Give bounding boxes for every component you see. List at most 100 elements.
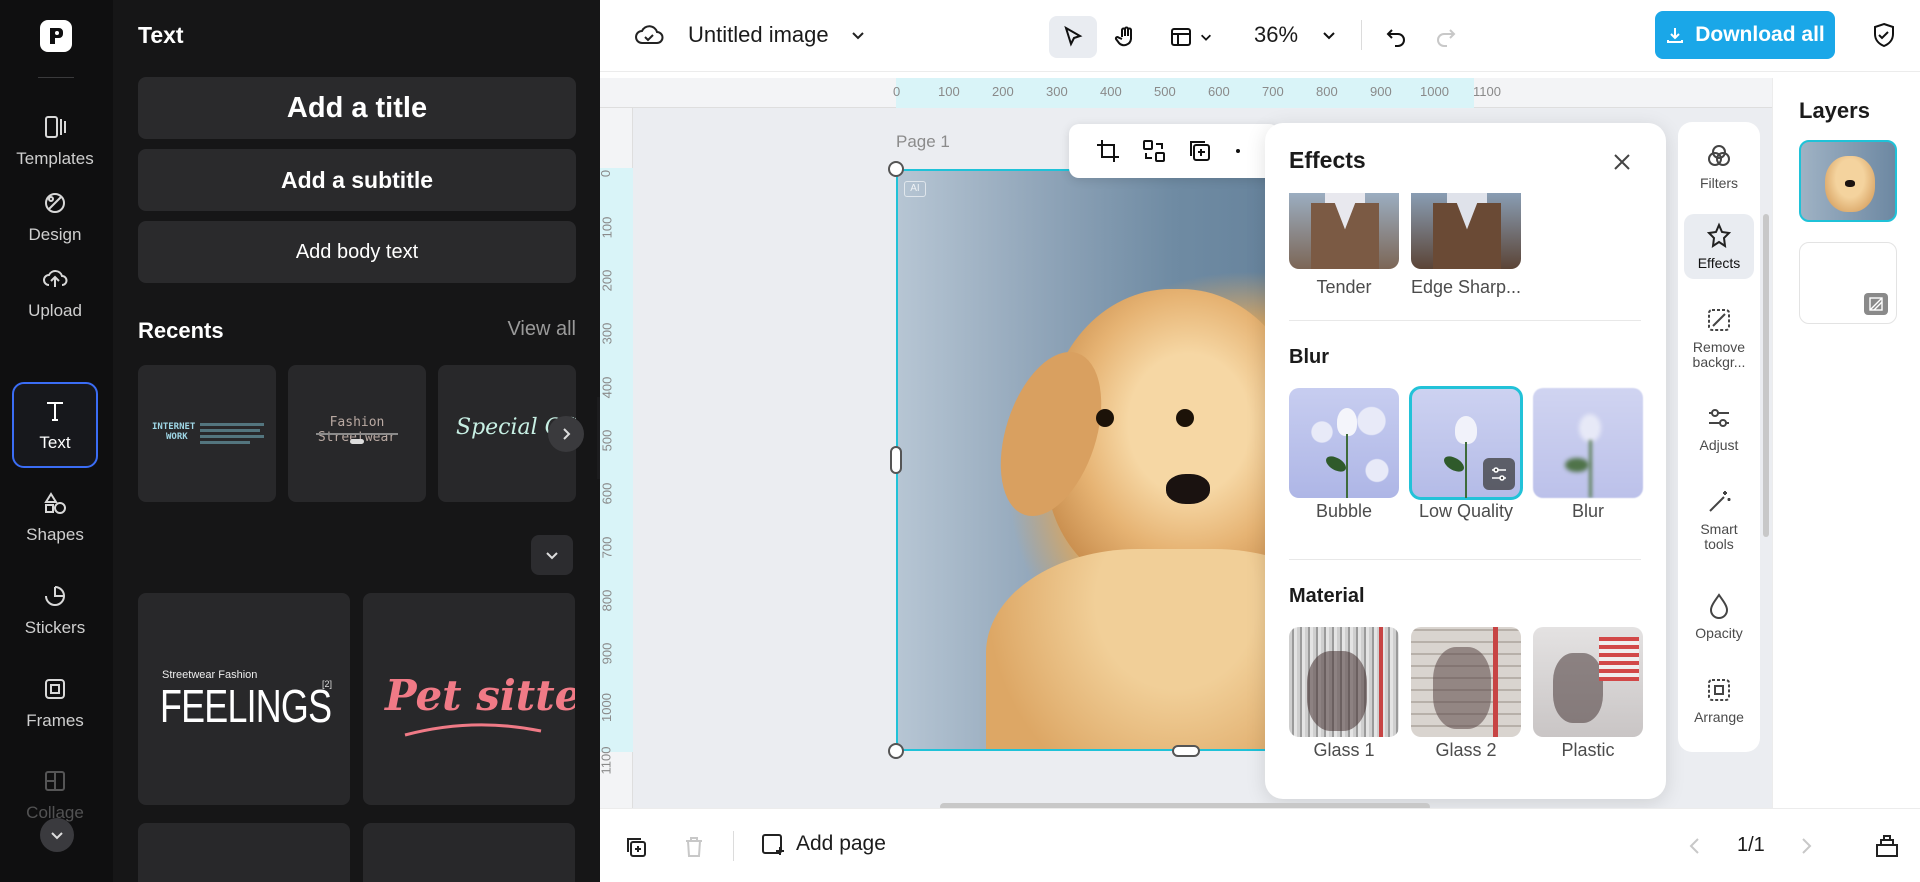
- view-all-link[interactable]: View all: [507, 318, 576, 341]
- layers-panel: Layers: [1772, 78, 1920, 808]
- tool-label: Remove backgr...: [1692, 339, 1746, 371]
- effect-thumb-glass-2[interactable]: [1411, 627, 1521, 737]
- effect-label-glass-1: Glass 1: [1313, 740, 1375, 760]
- rail-item-shapes[interactable]: Shapes: [12, 474, 98, 560]
- add-page-button[interactable]: Add page: [760, 831, 886, 857]
- select-tool-button[interactable]: [1049, 16, 1097, 58]
- expand-recents-button[interactable]: [531, 535, 573, 575]
- chevron-down-icon[interactable]: [850, 27, 866, 43]
- page-label: Page 1: [896, 132, 950, 151]
- ruler-tick: 800: [599, 589, 615, 612]
- effect-thumb-plastic[interactable]: [1533, 627, 1643, 737]
- next-page-icon[interactable]: [1796, 836, 1816, 856]
- recent-text-tile[interactable]: INTERNET WORK: [138, 365, 276, 502]
- document-title[interactable]: Untitled image: [688, 22, 829, 48]
- zoom-level[interactable]: 36%: [1254, 22, 1298, 48]
- hand-tool-button[interactable]: [1105, 16, 1147, 58]
- redo-button[interactable]: [1426, 16, 1466, 58]
- ruler-tick: 400: [599, 376, 615, 399]
- recents-heading: Recents: [138, 318, 224, 343]
- resize-handle-bottom[interactable]: [1172, 745, 1200, 757]
- download-all-button[interactable]: Download all: [1655, 11, 1835, 59]
- panel-title: Text: [138, 22, 184, 48]
- tool-opacity[interactable]: Opacity: [1684, 584, 1754, 649]
- material-section-title: Material: [1289, 585, 1365, 607]
- shapes-icon: [44, 492, 66, 514]
- effect-label-glass-2: Glass 2: [1435, 740, 1497, 760]
- rail-more-button[interactable]: [40, 818, 74, 852]
- tool-effects[interactable]: Effects: [1684, 214, 1754, 280]
- effect-thumb-glass-1[interactable]: [1289, 627, 1399, 737]
- effects-divider: [1289, 559, 1641, 560]
- undo-icon: [1386, 29, 1405, 47]
- layer-image-thumbnail[interactable]: [1799, 140, 1897, 222]
- effect-thumb-edge-sharp[interactable]: [1411, 193, 1521, 269]
- ruler-tick: 200: [599, 269, 615, 292]
- effects-icon: [1706, 222, 1732, 249]
- tool-remove-background[interactable]: Remove backgr...: [1684, 298, 1754, 379]
- text-template-tile[interactable]: [363, 823, 575, 882]
- recent-text-tile[interactable]: Fashion Streetwear: [288, 365, 426, 502]
- add-title-button[interactable]: Add a title: [138, 77, 576, 139]
- app-logo[interactable]: [40, 20, 72, 52]
- more-options-icon[interactable]: [1233, 138, 1259, 164]
- effects-close-button[interactable]: [1605, 145, 1639, 179]
- resize-handle-top-left[interactable]: [888, 161, 904, 177]
- resize-handle-bottom-left[interactable]: [888, 743, 904, 759]
- rail-item-text[interactable]: Text: [12, 382, 98, 468]
- page-manager-icon[interactable]: [1874, 834, 1900, 858]
- duplicate-icon[interactable]: [1187, 138, 1213, 164]
- recent-tile-line: WORK: [166, 431, 188, 442]
- effects-list[interactable]: Tender Edge Sharp... Blur Bubble Low Qua…: [1265, 193, 1666, 799]
- recents-next-button[interactable]: [548, 416, 584, 452]
- app-root: Templates Design Upload Text Shapes Stic…: [0, 0, 1920, 882]
- template-superscript: [2]: [322, 679, 333, 689]
- rail-item-templates[interactable]: Templates: [12, 98, 98, 184]
- resize-handle-left[interactable]: [890, 446, 902, 474]
- add-subtitle-button[interactable]: Add a subtitle: [138, 149, 576, 211]
- text-template-tile[interactable]: Pet sitter: [363, 593, 575, 805]
- tool-strip-scrollbar[interactable]: [1763, 214, 1769, 537]
- layer-background-thumbnail[interactable]: [1799, 242, 1897, 324]
- effect-thumb-tender[interactable]: [1289, 193, 1399, 269]
- undo-button[interactable]: [1376, 16, 1416, 58]
- effect-thumb-low-quality[interactable]: [1409, 386, 1523, 500]
- effect-label-plastic: Plastic: [1561, 740, 1615, 760]
- text-template-tile[interactable]: [138, 823, 350, 882]
- smart-tools-icon: [1709, 491, 1731, 512]
- cloud-sync-icon[interactable]: [634, 22, 664, 48]
- tool-label: Filters: [1699, 175, 1739, 191]
- chevron-down-icon[interactable]: [1321, 27, 1337, 43]
- add-body-text-button[interactable]: Add body text: [138, 221, 576, 283]
- ruler-tick: 900: [1370, 84, 1392, 99]
- tool-smart-tools[interactable]: Smart tools: [1684, 480, 1754, 561]
- rail-item-design[interactable]: Design: [12, 174, 98, 260]
- opacity-icon: [1709, 593, 1729, 619]
- blur-section-title: Blur: [1289, 346, 1329, 368]
- rail-item-frames[interactable]: Frames: [12, 660, 98, 746]
- ruler-tick: 900: [599, 642, 615, 665]
- trash-icon[interactable]: [682, 835, 706, 859]
- adjust-effect-button[interactable]: [1483, 458, 1515, 490]
- hand-icon: [1114, 26, 1132, 47]
- flip-icon[interactable]: [1141, 138, 1167, 164]
- tool-arrange[interactable]: Arrange: [1684, 668, 1754, 733]
- effect-label-blur: Blur: [1571, 501, 1604, 521]
- shield-check-icon[interactable]: [1870, 21, 1898, 49]
- tool-adjust[interactable]: Adjust: [1684, 396, 1754, 461]
- text-template-tile[interactable]: Streetwear Fashion FEELINGS [2]: [138, 593, 350, 805]
- rail-item-upload[interactable]: Upload: [12, 250, 98, 336]
- layout-menu-button[interactable]: [1160, 16, 1222, 58]
- sliders-icon: [1492, 467, 1506, 481]
- effect-label-bubble: Bubble: [1315, 501, 1373, 521]
- tool-filters[interactable]: Filters: [1684, 134, 1754, 199]
- puppy-eye: [1096, 409, 1114, 427]
- chevron-down-icon: [546, 552, 558, 560]
- effect-thumb-blur[interactable]: [1533, 388, 1643, 498]
- duplicate-page-icon[interactable]: [624, 835, 648, 859]
- previous-page-icon[interactable]: [1685, 836, 1705, 856]
- ruler-tick: 100: [938, 84, 960, 99]
- crop-icon[interactable]: [1095, 138, 1121, 164]
- rail-item-stickers[interactable]: Stickers: [12, 567, 98, 653]
- effect-thumb-bubble[interactable]: [1289, 388, 1399, 498]
